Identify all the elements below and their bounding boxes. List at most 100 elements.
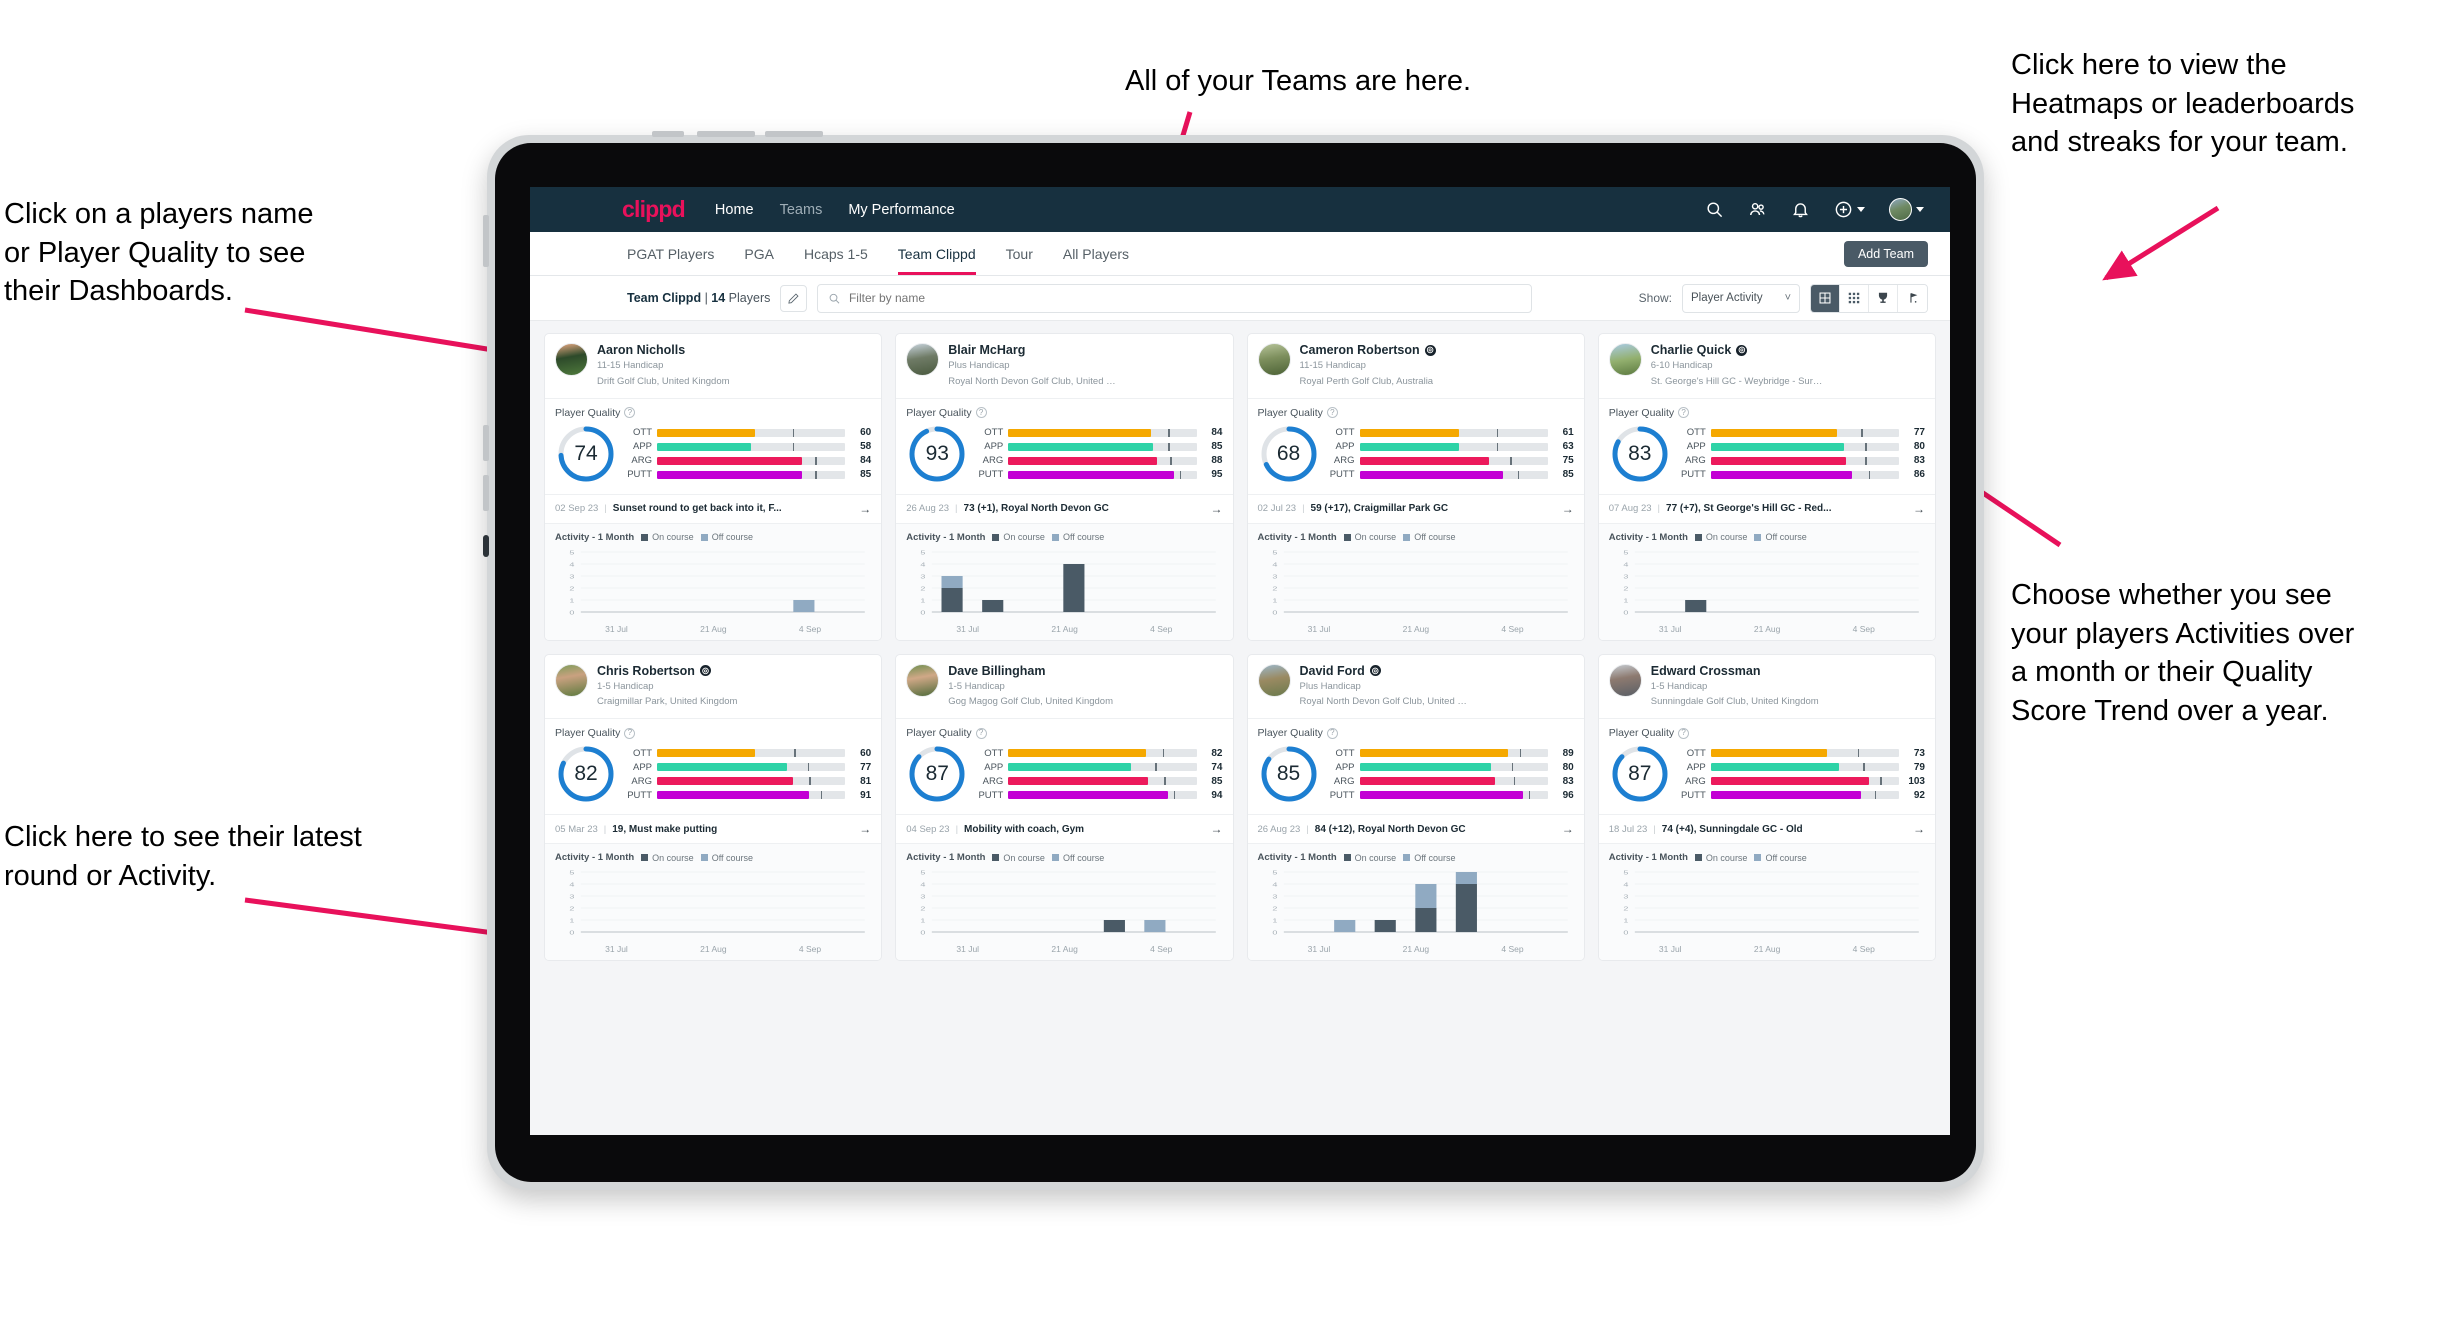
tab-team-clippd[interactable]: Team Clippd: [897, 232, 976, 275]
player-card[interactable]: Charlie Quick ◎ 6-10 Handicap St. George's …: [1597, 333, 1936, 641]
player-card-header[interactable]: Aaron Nicholls 11-15 Handicap Drift Golf C…: [545, 334, 882, 399]
arrow-right-icon[interactable]: →: [859, 822, 871, 836]
latest-round-row[interactable]: 07 Aug 23 | 77 (+7), St George's Hill GC -…: [1598, 494, 1935, 524]
activity-section: Activity - 1 Month On course Off course 0 1 2…: [1247, 844, 1584, 961]
player-card[interactable]: Dave Billingham 1-5 Handicap Gog Magog Gol…: [895, 653, 1234, 962]
player-card[interactable]: Chris Robertson ◎ 1-5 Handicap Craigmillar …: [544, 653, 883, 962]
player-name[interactable]: Dave Billingham: [948, 664, 1113, 678]
search-input[interactable]: [848, 291, 1522, 305]
player-quality-section[interactable]: Player Quality? 82 OTT 60 APP 77 ARG 81 PUTT 91: [545, 719, 882, 816]
player-card[interactable]: Aaron Nicholls 11-15 Handicap Drift Golf C…: [544, 333, 883, 641]
legend-swatch-on-icon: [641, 854, 649, 862]
player-card-header[interactable]: Chris Robertson ◎ 1-5 Handicap Craigmillar …: [545, 655, 882, 720]
latest-round-row[interactable]: 05 Mar 23 | 19, Must make putting →: [545, 815, 882, 845]
nav-link-teams[interactable]: Teams: [780, 202, 823, 218]
latest-round-row[interactable]: 26 Aug 23 | 84 (+12), Royal North Devon GC…: [1247, 815, 1584, 845]
player-name-text: Cameron Robertson: [1299, 343, 1420, 357]
player-card[interactable]: Edward Crossman 1-5 Handicap Sunningdale G…: [1597, 653, 1936, 962]
latest-round-row[interactable]: 02 Jul 23 | 59 (+17), Craigmillar Park GC →: [1247, 494, 1584, 524]
player-name[interactable]: David Ford ◎: [1300, 664, 1472, 678]
player-card-header[interactable]: Dave Billingham 1-5 Handicap Gog Magog Gol…: [896, 655, 1233, 720]
metric-fill: [1359, 763, 1492, 772]
player-card-header[interactable]: Blair McHarg Plus Handicap Royal North Dev…: [896, 334, 1233, 399]
player-quality-section[interactable]: Player Quality? 74 OTT 60 APP 58 ARG 84 PUTT 85: [545, 399, 882, 495]
help-icon[interactable]: ?: [975, 407, 987, 419]
tab-tour[interactable]: Tour: [1006, 232, 1033, 275]
clippd-logo[interactable]: clippd: [622, 196, 686, 223]
player-card-header[interactable]: David Ford ◎ Plus Handicap Royal North Devo…: [1247, 655, 1584, 720]
nav-link-my-performance[interactable]: My Performance: [848, 202, 954, 218]
search-input-wrapper[interactable]: [817, 283, 1533, 313]
metric-benchmark-tick: [1179, 470, 1182, 479]
metric-row-ott: OTT 61: [1328, 427, 1574, 438]
player-card-header[interactable]: Charlie Quick ◎ 6-10 Handicap St. George's …: [1598, 334, 1935, 399]
player-quality-section[interactable]: Player Quality? 87 OTT 82 APP 74 ARG 85 PUTT 94: [896, 719, 1233, 816]
player-name[interactable]: Cameron Robertson ◎: [1300, 343, 1436, 357]
app-screen: clippd Home Teams My Performance PGAT Pl…: [530, 187, 1950, 1135]
help-icon[interactable]: ?: [624, 407, 636, 419]
player-quality-section[interactable]: Player Quality? 87 OTT 73 APP 79 ARG 103 PUTT 92: [1598, 719, 1935, 816]
arrow-right-icon[interactable]: →: [1913, 502, 1925, 516]
help-icon[interactable]: ?: [1678, 407, 1690, 419]
player-card[interactable]: Cameron Robertson ◎ 11-15 Handicap Royal Pe…: [1246, 333, 1585, 641]
player-name[interactable]: Charlie Quick ◎: [1651, 343, 1823, 357]
edit-team-button[interactable]: [780, 284, 808, 312]
player-quality-section[interactable]: Player Quality? 68 OTT 61 APP 63 ARG 75 PUTT 85: [1247, 399, 1584, 495]
player-card[interactable]: David Ford ◎ Plus Handicap Royal North Devo…: [1246, 653, 1585, 962]
player-quality-section[interactable]: Player Quality? 85 OTT 89 APP 80 ARG 83 PUTT 96: [1247, 719, 1584, 816]
arrow-right-icon[interactable]: →: [1211, 822, 1223, 836]
player-name[interactable]: Blair McHarg: [948, 343, 1120, 357]
player-card-header[interactable]: Edward Crossman 1-5 Handicap Sunningdale G…: [1598, 655, 1935, 720]
help-icon[interactable]: ?: [975, 727, 987, 739]
player-quality-section[interactable]: Player Quality? 93 OTT 84 APP 85 ARG 88 PUTT 95: [896, 399, 1233, 495]
help-icon[interactable]: ?: [1678, 727, 1690, 739]
grid-view-button[interactable]: [1811, 284, 1840, 312]
activity-header: Activity - 1 Month On course Off course: [906, 852, 1222, 863]
metric-row-putt: PUTT 95: [976, 469, 1222, 480]
metric-value: 85: [1211, 441, 1223, 453]
help-icon[interactable]: ?: [1326, 407, 1338, 419]
add-team-button[interactable]: Add Team: [1843, 241, 1928, 267]
tab-hcaps-1-5[interactable]: Hcaps 1-5: [804, 232, 868, 275]
arrow-right-icon[interactable]: →: [1913, 822, 1925, 836]
tab-pgat-players[interactable]: PGAT Players: [627, 232, 714, 275]
arrow-right-icon[interactable]: →: [1211, 502, 1223, 516]
latest-round-row[interactable]: 26 Aug 23 | 73 (+1), Royal North Devon GC →: [896, 494, 1233, 524]
arrow-right-icon[interactable]: →: [1562, 502, 1574, 516]
latest-round-row[interactable]: 02 Sep 23 | Sunset round to get back into …: [545, 494, 882, 524]
divider: |: [1653, 823, 1656, 835]
arrow-right-icon[interactable]: →: [1562, 822, 1574, 836]
player-name[interactable]: Chris Robertson ◎: [597, 664, 737, 678]
avatar[interactable]: [1889, 198, 1912, 221]
heatmap-view-button[interactable]: [1840, 284, 1869, 312]
metric-fill: [657, 749, 755, 758]
user-menu[interactable]: [1889, 198, 1924, 221]
search-icon[interactable]: [1705, 200, 1724, 219]
metric-row-putt: PUTT 91: [625, 790, 871, 801]
plus-circle-icon[interactable]: [1834, 200, 1853, 219]
tab-all-players[interactable]: All Players: [1063, 232, 1129, 275]
metric-bars: OTT 84 APP 85 ARG 88 PUTT 95: [976, 427, 1222, 480]
player-card-header[interactable]: Cameron Robertson ◎ 11-15 Handicap Royal Pe…: [1247, 334, 1584, 399]
player-info: David Ford ◎ Plus Handicap Royal North Devo…: [1300, 664, 1472, 710]
people-icon[interactable]: [1748, 200, 1767, 219]
latest-round-text: Mobility with coach, Gym: [964, 823, 1085, 835]
streaks-view-button[interactable]: [1898, 284, 1927, 312]
nav-link-home[interactable]: Home: [715, 202, 754, 218]
add-menu[interactable]: [1834, 200, 1865, 219]
tab-pga[interactable]: PGA: [744, 232, 774, 275]
metric-value: 60: [860, 427, 872, 439]
help-icon[interactable]: ?: [624, 727, 636, 739]
player-card[interactable]: Blair McHarg Plus Handicap Royal North Dev…: [895, 333, 1234, 641]
player-name[interactable]: Aaron Nicholls: [597, 343, 730, 357]
leaderboard-view-button[interactable]: [1869, 284, 1898, 312]
legend-off-course: Off course: [700, 532, 753, 542]
latest-round-row[interactable]: 18 Jul 23 | 74 (+4), Sunningdale GC - Old →: [1598, 815, 1935, 845]
show-select[interactable]: Player Activity ˅: [1682, 283, 1800, 313]
arrow-right-icon[interactable]: →: [859, 502, 871, 516]
help-icon[interactable]: ?: [1326, 727, 1338, 739]
player-quality-section[interactable]: Player Quality? 83 OTT 77 APP 80 ARG 83 PUTT 86: [1598, 399, 1935, 495]
player-name[interactable]: Edward Crossman: [1651, 664, 1819, 678]
bell-icon[interactable]: [1791, 200, 1810, 219]
latest-round-row[interactable]: 04 Sep 23 | Mobility with coach, Gym →: [896, 815, 1233, 845]
